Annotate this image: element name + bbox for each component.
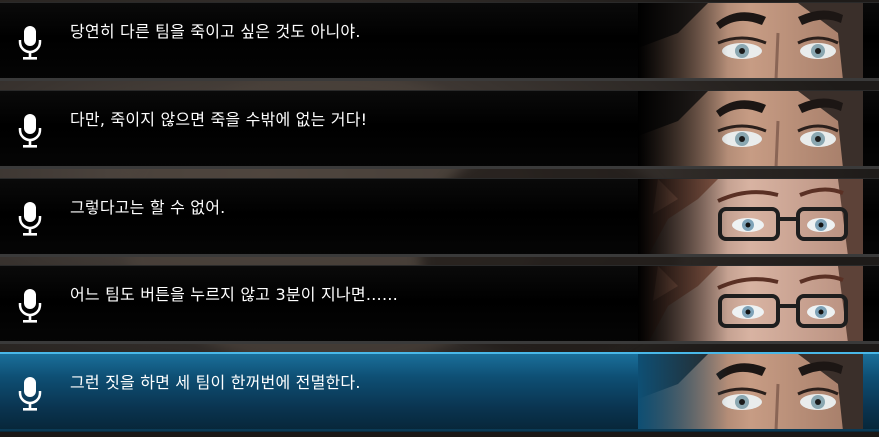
microphone-icon[interactable] [18,376,42,412]
black-haired-man-portrait [638,91,863,168]
microphone-icon[interactable] [18,288,42,324]
black-haired-man-portrait [638,3,863,80]
glasses-man-portrait [638,266,863,343]
portrait-fade [638,3,728,80]
microphone-icon[interactable] [18,113,42,149]
log-entry-5[interactable]: 그런 짓을 하면 세 팀이 한꺼번에 전멸한다. [0,354,879,431]
portrait-fade [638,354,728,431]
black-haired-man-portrait [638,354,863,431]
dialogue-text: 그런 짓을 하면 세 팀이 한꺼번에 전멸한다. [70,373,361,392]
glasses-man-portrait [638,179,863,256]
microphone-icon[interactable] [18,25,42,61]
microphone-icon[interactable] [18,201,42,237]
backlog-screen: 당연히 다른 팀을 죽이고 싶은 것도 아니야. 다만, 죽이지 않으면 죽을 … [0,0,879,437]
bottom-strip [0,432,879,437]
log-entry-1[interactable]: 당연히 다른 팀을 죽이고 싶은 것도 아니야. [0,3,879,80]
dialogue-text: 어느 팀도 버튼을 누르지 않고 3분이 지나면…… [70,285,399,304]
dialogue-text: 당연히 다른 팀을 죽이고 싶은 것도 아니야. [70,22,361,41]
portrait-fade [638,91,728,168]
dialogue-text: 다만, 죽이지 않으면 죽을 수밖에 없는 거다! [70,110,368,129]
dialogue-text: 그렇다고는 할 수 없어. [70,198,226,217]
portrait-fade [638,179,728,256]
log-entry-4[interactable]: 어느 팀도 버튼을 누르지 않고 3분이 지나면…… [0,266,879,343]
log-entry-3[interactable]: 그렇다고는 할 수 없어. [0,179,879,256]
portrait-fade [638,266,728,343]
log-entry-2[interactable]: 다만, 죽이지 않으면 죽을 수밖에 없는 거다! [0,91,879,168]
